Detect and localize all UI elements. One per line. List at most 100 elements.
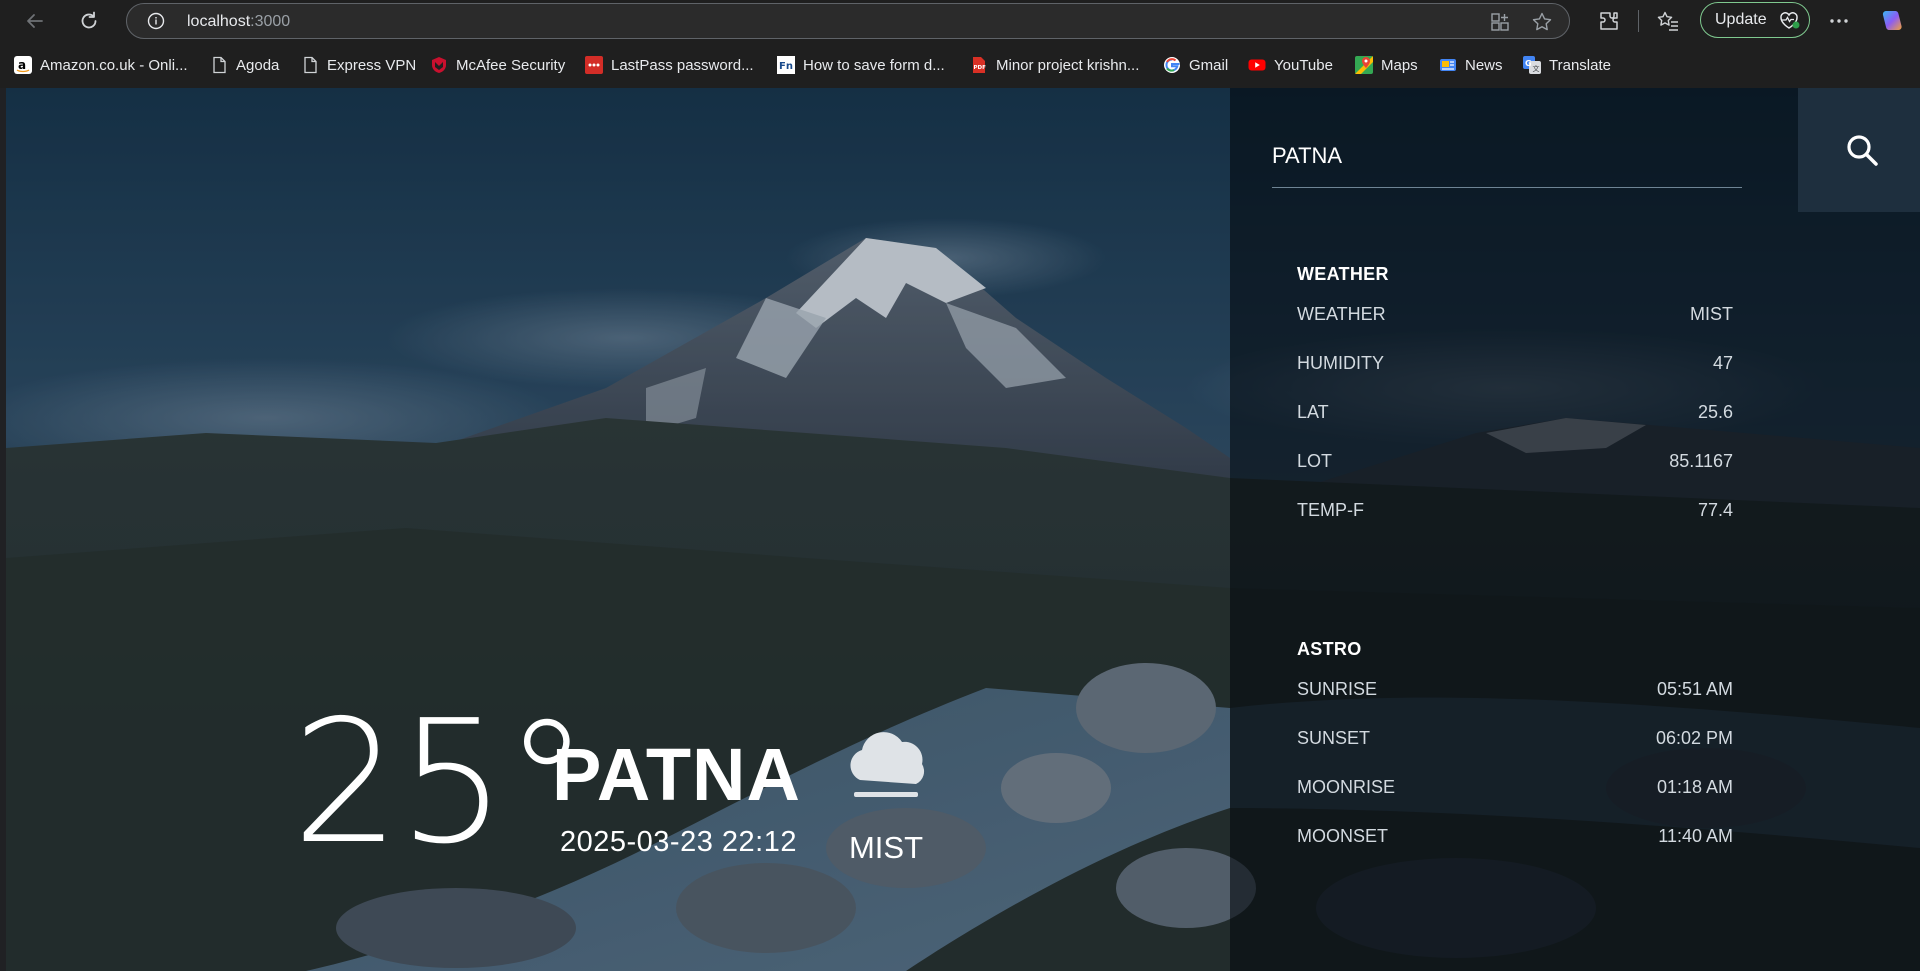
app-available-icon[interactable] xyxy=(1489,11,1511,33)
pdf-icon: PDF xyxy=(973,57,987,73)
bookmark-translate[interactable]: G文 Translate xyxy=(1523,54,1611,76)
row-value: 77.4 xyxy=(1697,499,1733,520)
row-value: 47 xyxy=(1712,352,1733,373)
reload-button[interactable] xyxy=(74,6,104,36)
extensions-icon[interactable] xyxy=(1597,9,1621,33)
astro-row-moonrise: MOONRISE 01:18 AM xyxy=(1297,775,1733,799)
row-label: TEMP-F xyxy=(1297,499,1364,520)
bookmarks-bar: a Amazon.co.uk - Onli... Agoda Express V… xyxy=(0,42,1920,88)
weather-row-lot: LOT 85.1167 xyxy=(1297,449,1733,473)
bookmark-label: LastPass password... xyxy=(611,56,754,74)
svg-text:Fn: Fn xyxy=(779,61,793,72)
astro-row-sunset: SUNSET 06:02 PM xyxy=(1297,726,1733,750)
row-label: WEATHER xyxy=(1297,303,1386,324)
address-bar[interactable]: localhost:3000 xyxy=(126,3,1570,39)
back-button[interactable] xyxy=(20,6,50,36)
bookmark-minor-project[interactable]: PDF Minor project krishn... xyxy=(970,54,1139,76)
bookmark-label: How to save form d... xyxy=(803,56,945,74)
svg-text:PDF: PDF xyxy=(974,65,987,71)
youtube-icon xyxy=(1248,59,1266,71)
update-button[interactable]: Update xyxy=(1700,2,1810,38)
bookmark-news[interactable]: News xyxy=(1439,54,1503,76)
current-temperature: 25° xyxy=(292,684,589,882)
svg-text:G: G xyxy=(1525,59,1532,68)
more-dots-icon xyxy=(1830,19,1848,23)
more-options-button[interactable] xyxy=(1824,6,1854,36)
copilot-icon[interactable] xyxy=(1878,7,1906,35)
bookmark-label: YouTube xyxy=(1274,56,1333,74)
astro-row-sunrise: SUNRISE 05:51 AM xyxy=(1297,677,1733,701)
astro-section-title: ASTRO xyxy=(1297,639,1362,659)
bookmark-amazon[interactable]: a Amazon.co.uk - Onli... xyxy=(14,54,188,76)
bookmark-label: Amazon.co.uk - Onli... xyxy=(40,56,188,74)
row-label: MOONRISE xyxy=(1297,776,1396,797)
google-icon xyxy=(1164,57,1180,73)
city-name: PATNA xyxy=(552,733,801,816)
weather-app: 25° PATNA 2025-03-23 22:12 MIST WEATHER … xyxy=(6,88,1920,971)
url-text[interactable]: localhost:3000 xyxy=(187,13,290,31)
bookmark-agoda[interactable]: Agoda xyxy=(210,54,279,76)
weather-row-humidity: HUMIDITY 47 xyxy=(1297,351,1733,375)
mcafee-icon xyxy=(432,57,446,73)
bookmark-label: Translate xyxy=(1549,56,1611,74)
svg-text:a: a xyxy=(18,58,26,72)
toolbar-divider xyxy=(1638,10,1639,32)
row-label: SUNSET xyxy=(1297,727,1371,748)
row-value: 06:02 PM xyxy=(1655,727,1733,748)
reload-icon xyxy=(81,11,97,29)
row-value: 11:40 AM xyxy=(1658,825,1733,846)
browser-toolbar: localhost:3000 Update xyxy=(0,0,1920,42)
row-value: 85.1167 xyxy=(1669,450,1733,471)
city-search-input[interactable] xyxy=(1272,142,1742,169)
cloud-mist-icon xyxy=(850,732,925,797)
bookmark-label: Minor project krishn... xyxy=(996,56,1140,74)
update-label: Update xyxy=(1715,11,1767,28)
amazon-icon: a xyxy=(14,56,32,74)
page-icon xyxy=(213,56,226,74)
bookmark-youtube[interactable]: YouTube xyxy=(1248,54,1333,76)
weather-section-title: WEATHER xyxy=(1297,264,1389,284)
bookmark-gmail[interactable]: Gmail xyxy=(1163,54,1228,76)
site-info-icon[interactable] xyxy=(147,12,165,30)
row-value: 25.6 xyxy=(1697,401,1733,422)
page-icon xyxy=(304,56,317,74)
bookmark-express-vpn[interactable]: Express VPN xyxy=(301,54,416,76)
bookmark-mcafee[interactable]: McAfee Security xyxy=(430,54,565,76)
bookmark-label: Maps xyxy=(1381,56,1418,74)
astro-row-moonset: MOONSET 11:40 AM xyxy=(1297,824,1733,848)
maps-icon xyxy=(1355,56,1373,74)
row-label: SUNRISE xyxy=(1297,678,1378,699)
row-value: MIST xyxy=(1690,303,1733,324)
svg-text:文: 文 xyxy=(1533,64,1540,73)
condition-text: MIST xyxy=(848,830,924,865)
url-host: localhost xyxy=(187,13,251,30)
bookmark-label: McAfee Security xyxy=(456,56,566,74)
lastpass-icon xyxy=(585,56,603,74)
row-value: 01:18 AM xyxy=(1656,776,1733,797)
bookmark-label: Gmail xyxy=(1189,56,1229,74)
city-search-field[interactable] xyxy=(1272,128,1742,188)
row-label: MOONSET xyxy=(1297,825,1389,846)
search-icon xyxy=(1847,135,1878,166)
weather-row-weather: WEATHER MIST xyxy=(1297,302,1733,326)
favorite-star-icon[interactable] xyxy=(1531,11,1553,33)
search-button[interactable] xyxy=(1798,88,1920,212)
weather-row-temp-f: TEMP-F 77.4 xyxy=(1297,498,1733,522)
row-label: HUMIDITY xyxy=(1297,352,1384,373)
local-datetime: 2025-03-23 22:12 xyxy=(560,826,797,858)
bookmark-lastpass[interactable]: LastPass password... xyxy=(585,54,754,76)
translate-icon: G文 xyxy=(1523,56,1541,74)
fn-icon: Fn xyxy=(777,56,795,74)
heart-pulse-icon xyxy=(1779,12,1800,29)
bookmark-label: Agoda xyxy=(236,56,280,74)
back-arrow-icon xyxy=(27,14,43,28)
row-label: LAT xyxy=(1297,401,1329,422)
favorites-icon[interactable] xyxy=(1656,9,1680,33)
bookmark-label: Express VPN xyxy=(327,56,417,74)
bookmark-save-form[interactable]: Fn How to save form d... xyxy=(777,54,945,76)
bookmark-maps[interactable]: Maps xyxy=(1355,54,1418,76)
row-label: LOT xyxy=(1297,450,1333,471)
details-panel: WEATHER WEATHER MIST HUMIDITY 47 LAT 25.… xyxy=(1230,88,1920,971)
bookmark-label: News xyxy=(1465,56,1503,74)
url-port: :3000 xyxy=(250,13,291,30)
